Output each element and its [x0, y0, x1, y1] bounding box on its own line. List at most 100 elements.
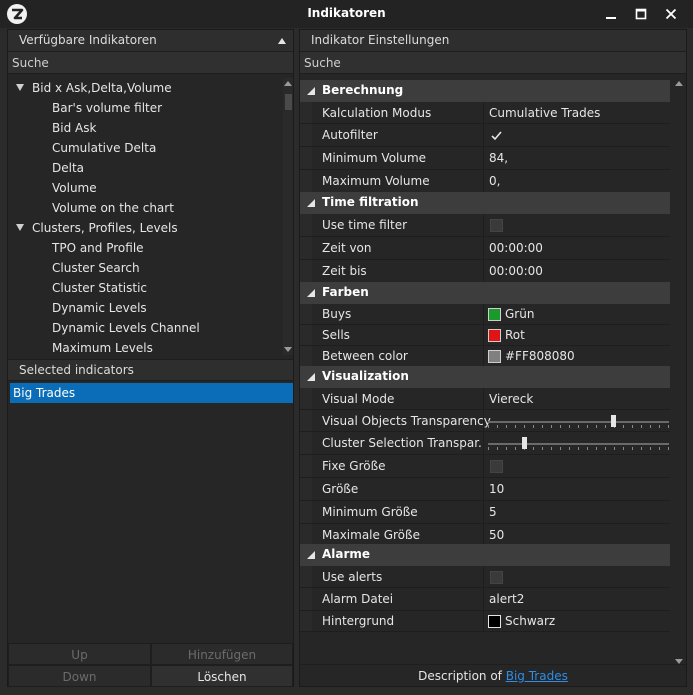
- description-link[interactable]: Big Trades: [506, 669, 568, 683]
- category-label: Farben: [322, 285, 369, 299]
- tree-item[interactable]: Cluster Statistic: [52, 278, 147, 298]
- category-farben[interactable]: Farben: [300, 282, 670, 304]
- autofilter-checkbox[interactable]: [483, 124, 670, 146]
- delete-button[interactable]: Löschen: [151, 665, 293, 687]
- selected-indicator-item[interactable]: Big Trades: [10, 383, 293, 403]
- tree-item[interactable]: Dynamic Levels Channel: [52, 318, 200, 338]
- prop-value[interactable]: 00:00:00: [483, 260, 670, 282]
- hintergrund-color-picker[interactable]: Schwarz: [483, 611, 670, 631]
- tree-item[interactable]: Bid Ask: [52, 118, 96, 138]
- collapse-triangle-icon: [307, 551, 315, 559]
- prop-value[interactable]: 5: [483, 501, 670, 523]
- prop-name: Maximum Volume: [322, 174, 430, 188]
- slider-thumb[interactable]: [610, 415, 616, 427]
- prop-value[interactable]: Cumulative Trades: [483, 102, 670, 123]
- tree-group-clusters[interactable]: Clusters, Profiles, Levels: [8, 218, 283, 238]
- slider-track: [488, 443, 669, 445]
- prop-name: Visual Objects Transparency: [322, 414, 491, 428]
- prop-alarm-datei[interactable]: Alarm Datei alert2: [300, 588, 670, 611]
- tree-item[interactable]: Cumulative Delta: [52, 138, 156, 158]
- use-time-filter-checkbox[interactable]: [483, 214, 670, 236]
- prop-fixe-groesse[interactable]: Fixe Größe: [300, 455, 670, 478]
- use-alerts-checkbox[interactable]: [483, 566, 670, 587]
- color-swatch: [488, 350, 501, 363]
- collapse-up-icon[interactable]: [278, 38, 286, 44]
- slider-thumb[interactable]: [522, 437, 528, 449]
- tree-scrollbar[interactable]: [283, 78, 293, 355]
- prop-hintergrund[interactable]: Hintergrund Schwarz: [300, 611, 670, 632]
- prop-value[interactable]: 50: [483, 524, 670, 546]
- color-name: Grün: [505, 307, 535, 321]
- up-button[interactable]: Up: [8, 643, 151, 665]
- prop-name: Use alerts: [322, 570, 383, 584]
- category-label: Time filtration: [322, 195, 419, 209]
- prop-name: Use time filter: [322, 218, 408, 232]
- available-indicators-panel: Verfügbare Indikatoren Suche Bid x Ask,D…: [7, 29, 294, 687]
- indicator-search-input[interactable]: Suche: [8, 52, 293, 74]
- category-visualization[interactable]: Visualization: [300, 366, 670, 388]
- tree-item[interactable]: Bar's volume filter: [52, 98, 162, 118]
- prop-groesse[interactable]: Größe 10: [300, 478, 670, 501]
- maximize-button[interactable]: [630, 4, 652, 24]
- cluster-transparency-slider[interactable]: [483, 432, 670, 454]
- sells-color-picker[interactable]: Rot: [483, 325, 670, 345]
- tree-item[interactable]: TPO and Profile: [52, 238, 144, 258]
- tree-group-label: Clusters, Profiles, Levels: [32, 221, 178, 235]
- tree-group-bid-ask[interactable]: Bid x Ask,Delta,Volume: [8, 78, 283, 98]
- prop-name: Alarm Datei: [322, 592, 394, 606]
- prop-zeit-von[interactable]: Zeit von 00:00:00: [300, 237, 670, 260]
- prop-minimum-groesse[interactable]: Minimum Größe 5: [300, 501, 670, 524]
- collapse-triangle-icon: [307, 373, 315, 381]
- prop-visual-mode[interactable]: Visual Mode Viereck: [300, 388, 670, 410]
- prop-use-alerts[interactable]: Use alerts: [300, 566, 670, 588]
- category-berechnung[interactable]: Berechnung: [300, 80, 670, 102]
- prop-value[interactable]: 84,: [483, 147, 670, 169]
- minimize-button[interactable]: [600, 4, 622, 24]
- tree-item[interactable]: Volume: [52, 178, 97, 198]
- settings-search-input[interactable]: Suche: [300, 52, 686, 74]
- prop-value[interactable]: Viereck: [483, 388, 670, 409]
- fixe-groesse-checkbox[interactable]: [483, 455, 670, 477]
- prop-use-time-filter[interactable]: Use time filter: [300, 214, 670, 237]
- tree-item[interactable]: Volume on the chart: [52, 198, 174, 218]
- property-grid: Berechnung Kalculation Modus Cumulative …: [300, 78, 686, 667]
- tree-item[interactable]: Dynamic Levels: [52, 298, 147, 318]
- category-label: Berechnung: [322, 83, 404, 97]
- prop-autofilter[interactable]: Autofilter: [300, 124, 670, 147]
- tree-item[interactable]: Delta: [52, 158, 84, 178]
- title-bar: Indikatoren: [0, 0, 693, 28]
- down-button[interactable]: Down: [8, 665, 151, 687]
- prop-between-color[interactable]: Between color #FF808080: [300, 346, 670, 367]
- scroll-up-icon: [284, 81, 292, 86]
- prop-kalkulation-modus[interactable]: Kalculation Modus Cumulative Trades: [300, 102, 670, 124]
- close-button[interactable]: [660, 4, 682, 24]
- prop-cluster-selection-transparency[interactable]: Cluster Selection Transpar...: [300, 432, 670, 455]
- category-time-filtration[interactable]: Time filtration: [300, 192, 670, 214]
- prop-value[interactable]: 0,: [483, 170, 670, 192]
- prop-name: Zeit von: [322, 241, 372, 255]
- collapse-triangle-icon: [307, 199, 315, 207]
- prop-maximum-volume[interactable]: Maximum Volume 0,: [300, 170, 670, 193]
- prop-visual-objects-transparency[interactable]: Visual Objects Transparency: [300, 410, 670, 432]
- prop-name: Visual Mode: [322, 392, 395, 406]
- prop-name: Kalculation Modus: [322, 106, 432, 120]
- color-name: Rot: [505, 328, 525, 342]
- prop-minimum-volume[interactable]: Minimum Volume 84,: [300, 147, 670, 170]
- category-alarme[interactable]: Alarme: [300, 544, 670, 566]
- transparency-slider[interactable]: [483, 410, 670, 431]
- between-color-picker[interactable]: #FF808080: [483, 346, 670, 366]
- tree-scroll-thumb[interactable]: [285, 94, 292, 110]
- property-grid-scrollbar[interactable]: [672, 78, 686, 667]
- prop-value[interactable]: 00:00:00: [483, 237, 670, 259]
- tree-item[interactable]: Cluster Search: [52, 258, 140, 278]
- available-indicators-header[interactable]: Verfügbare Indikatoren: [8, 30, 293, 52]
- buys-color-picker[interactable]: Grün: [483, 304, 670, 324]
- add-button[interactable]: Hinzufügen: [151, 643, 293, 665]
- tree-item[interactable]: Maximum Levels: [52, 338, 153, 355]
- prop-value[interactable]: 10: [483, 478, 670, 500]
- selected-indicators-list: Big Trades: [8, 381, 293, 638]
- prop-value[interactable]: alert2: [483, 588, 670, 610]
- prop-zeit-bis[interactable]: Zeit bis 00:00:00: [300, 260, 670, 283]
- prop-buys[interactable]: Buys Grün: [300, 304, 670, 325]
- prop-sells[interactable]: Sells Rot: [300, 325, 670, 346]
